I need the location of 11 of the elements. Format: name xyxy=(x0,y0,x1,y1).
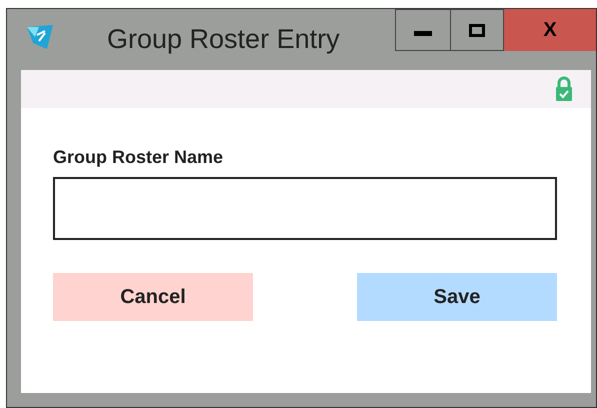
field-label: Group Roster Name xyxy=(53,146,224,168)
app-logo-icon xyxy=(25,23,55,51)
close-button[interactable]: X xyxy=(504,9,596,51)
maximize-icon xyxy=(469,24,485,36)
cancel-button[interactable]: Cancel xyxy=(53,273,253,321)
minimize-icon xyxy=(414,30,432,36)
window-title: Group Roster Entry xyxy=(107,23,340,55)
minimize-button[interactable] xyxy=(395,9,451,51)
lock-icon xyxy=(555,76,573,102)
input-field[interactable] xyxy=(53,177,557,240)
save-button[interactable]: Save xyxy=(357,273,557,321)
